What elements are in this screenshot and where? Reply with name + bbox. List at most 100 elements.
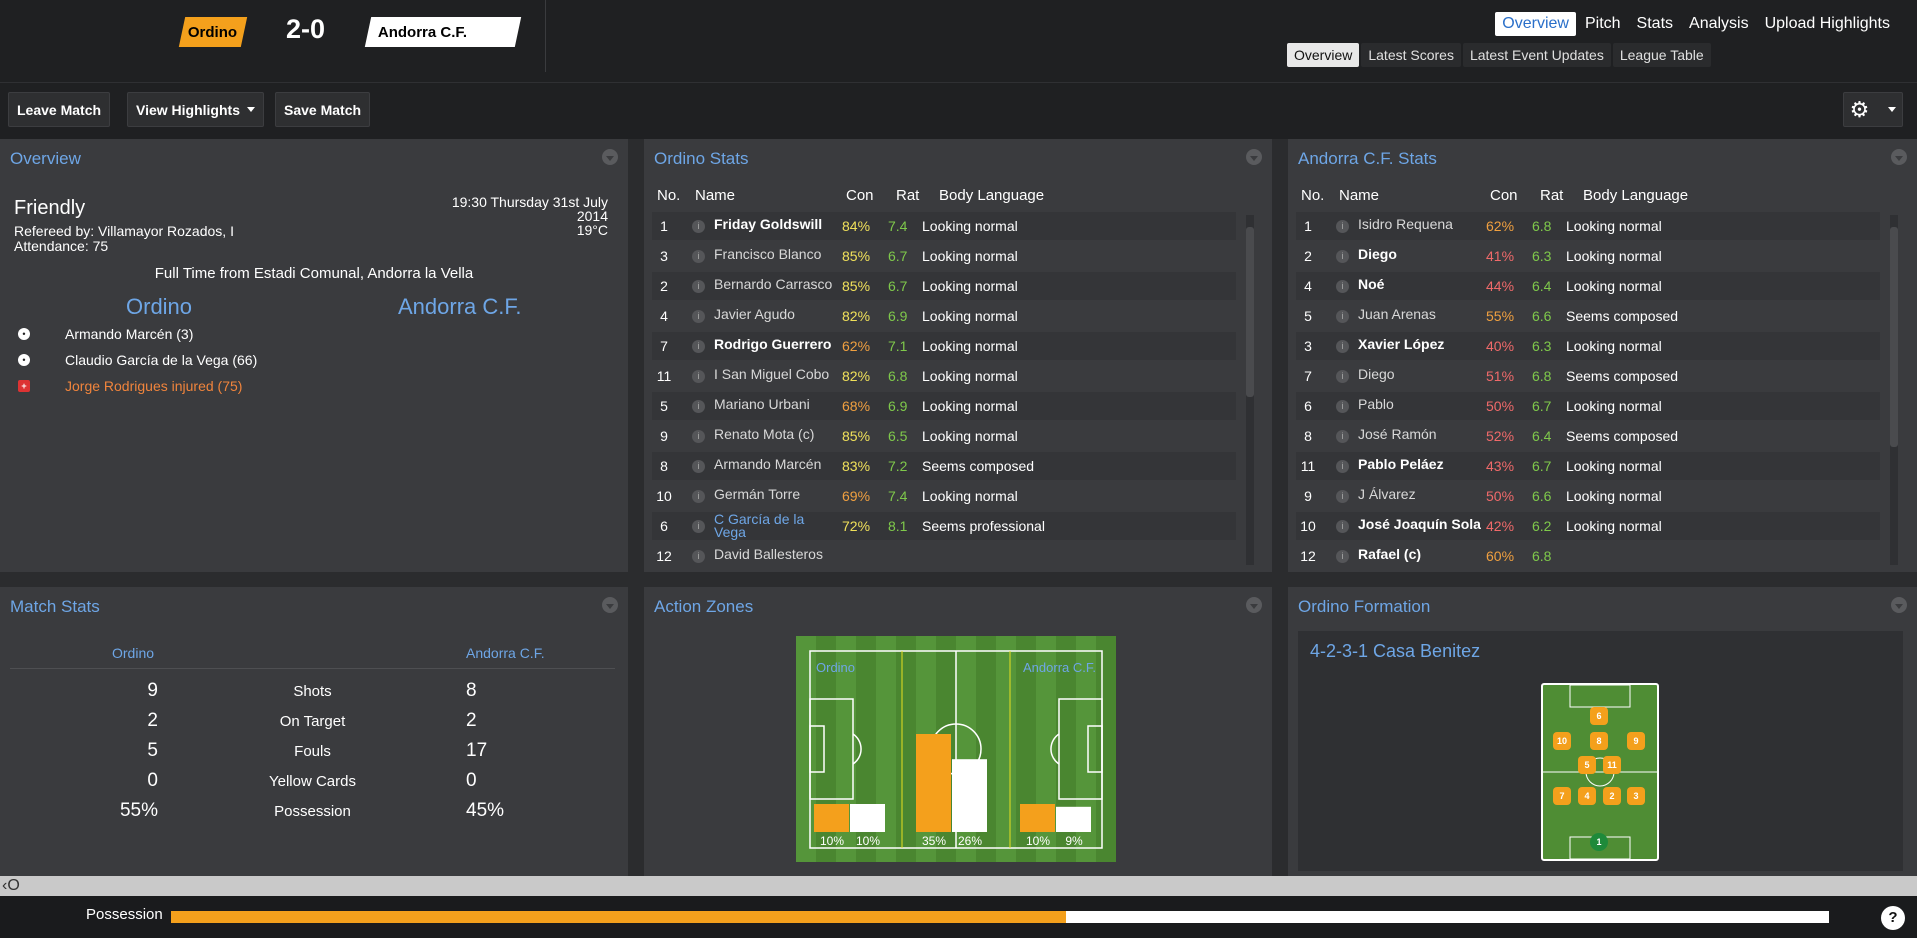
- event-text[interactable]: Armando Marcén (3): [65, 326, 193, 342]
- player-row[interactable]: 5 i Juan Arenas 55% 6.6 Seems composed: [1296, 302, 1880, 330]
- info-icon[interactable]: i: [1336, 370, 1349, 383]
- player-row[interactable]: 12 i Rafael (c) 60% 6.8: [1296, 542, 1880, 570]
- player-name[interactable]: J Álvarez: [1358, 487, 1483, 501]
- help-icon[interactable]: ?: [1881, 906, 1905, 930]
- player-marker[interactable]: 8: [1590, 732, 1608, 750]
- player-name[interactable]: Rafael (c): [1358, 547, 1483, 561]
- player-marker[interactable]: 10: [1553, 732, 1571, 750]
- info-icon[interactable]: i: [692, 280, 705, 293]
- player-name[interactable]: José Ramón: [1358, 427, 1483, 441]
- col-name[interactable]: Name: [1339, 187, 1379, 204]
- col-body-language[interactable]: Body Language: [1583, 187, 1688, 204]
- tab-upload-highlights[interactable]: Upload Highlights: [1758, 12, 1897, 36]
- player-row[interactable]: 8 i José Ramón 52% 6.4 Seems composed: [1296, 422, 1880, 450]
- scroll-thumb[interactable]: [1246, 227, 1254, 397]
- info-icon[interactable]: i: [1336, 490, 1349, 503]
- info-icon[interactable]: i: [692, 490, 705, 503]
- event-text[interactable]: Jorge Rodrigues injured (75): [65, 378, 242, 394]
- player-name[interactable]: Noé: [1358, 277, 1483, 291]
- subtab-overview[interactable]: Overview: [1287, 43, 1360, 67]
- collapse-icon[interactable]: [1891, 597, 1907, 613]
- player-marker[interactable]: 11: [1603, 756, 1621, 774]
- collapse-icon[interactable]: [1246, 597, 1262, 613]
- col-name[interactable]: Name: [695, 187, 735, 204]
- player-row[interactable]: 7 i Diego 51% 6.8 Seems composed: [1296, 362, 1880, 390]
- player-marker[interactable]: 7: [1553, 787, 1571, 805]
- subtab-latest-scores[interactable]: Latest Scores: [1361, 43, 1461, 67]
- chevron-left-icon[interactable]: ‹O: [2, 876, 20, 896]
- player-name[interactable]: José Joaquín Sola: [1358, 517, 1483, 531]
- player-row[interactable]: 2 i Bernardo Carrasco 85% 6.7 Looking normal: [652, 272, 1236, 300]
- col-no[interactable]: No.: [1301, 187, 1324, 204]
- collapse-strip[interactable]: ‹O: [0, 876, 1917, 896]
- col-con[interactable]: Con: [846, 187, 874, 204]
- player-name[interactable]: Javier Agudo: [714, 307, 839, 321]
- col-con[interactable]: Con: [1490, 187, 1518, 204]
- player-marker[interactable]: 5: [1578, 756, 1596, 774]
- away-team-heading[interactable]: Andorra C.F.: [398, 294, 522, 320]
- info-icon[interactable]: i: [692, 220, 705, 233]
- away-team-badge[interactable]: Andorra C.F.: [364, 17, 522, 47]
- subtab-latest-event-updates[interactable]: Latest Event Updates: [1462, 43, 1611, 67]
- player-name[interactable]: Germán Torre: [714, 487, 839, 501]
- player-row[interactable]: 1 i Isidro Requena 62% 6.8 Looking normal: [1296, 212, 1880, 240]
- player-name[interactable]: Pablo: [1358, 397, 1483, 411]
- collapse-icon[interactable]: [602, 597, 618, 613]
- save-match-button[interactable]: Save Match: [275, 92, 371, 127]
- collapse-icon[interactable]: [602, 149, 618, 165]
- player-name[interactable]: Pablo Peláez: [1358, 457, 1483, 471]
- tab-stats[interactable]: Stats: [1630, 12, 1680, 36]
- player-name[interactable]: I San Miguel Cobo: [714, 367, 839, 381]
- player-row[interactable]: 6 i C García de la Vega 72% 8.1 Seems profess…: [652, 512, 1236, 540]
- player-name[interactable]: David Ballesteros: [714, 547, 839, 561]
- info-icon[interactable]: i: [692, 340, 705, 353]
- player-marker[interactable]: 6: [1590, 707, 1608, 725]
- player-row[interactable]: 9 i J Álvarez 50% 6.6 Looking normal: [1296, 482, 1880, 510]
- player-row[interactable]: 4 i Noé 44% 6.4 Looking normal: [1296, 272, 1880, 300]
- tab-pitch[interactable]: Pitch: [1578, 12, 1628, 36]
- info-icon[interactable]: i: [1336, 310, 1349, 323]
- player-name[interactable]: Armando Marcén: [714, 457, 839, 471]
- leave-match-button[interactable]: Leave Match: [8, 92, 111, 127]
- player-row[interactable]: 12 i David Ballesteros: [652, 542, 1236, 570]
- info-icon[interactable]: i: [692, 250, 705, 263]
- player-name[interactable]: Diego: [1358, 247, 1483, 261]
- player-name[interactable]: Mariano Urbani: [714, 397, 839, 411]
- info-icon[interactable]: i: [692, 520, 705, 533]
- player-row[interactable]: 11 i Pablo Peláez 43% 6.7 Looking normal: [1296, 452, 1880, 480]
- player-marker[interactable]: 9: [1627, 732, 1645, 750]
- info-icon[interactable]: i: [1336, 250, 1349, 263]
- player-row[interactable]: 1 i Friday Goldswill 84% 7.4 Looking normal: [652, 212, 1236, 240]
- player-marker[interactable]: 2: [1603, 787, 1621, 805]
- scrollbar[interactable]: [1246, 215, 1254, 565]
- tab-overview[interactable]: Overview: [1495, 12, 1576, 36]
- col-body-language[interactable]: Body Language: [939, 187, 1044, 204]
- player-row[interactable]: 3 i Francisco Blanco 85% 6.7 Looking normal: [652, 242, 1236, 270]
- player-row[interactable]: 6 i Pablo 50% 6.7 Looking normal: [1296, 392, 1880, 420]
- info-icon[interactable]: i: [692, 550, 705, 563]
- col-rat[interactable]: Rat: [1540, 187, 1563, 204]
- info-icon[interactable]: i: [1336, 460, 1349, 473]
- player-marker[interactable]: 3: [1627, 787, 1645, 805]
- player-name[interactable]: Juan Arenas: [1358, 307, 1483, 321]
- player-name[interactable]: Francisco Blanco: [714, 247, 839, 261]
- col-rat[interactable]: Rat: [896, 187, 919, 204]
- info-icon[interactable]: i: [692, 370, 705, 383]
- subtab-league-table[interactable]: League Table: [1612, 43, 1711, 67]
- player-marker[interactable]: 1: [1590, 833, 1608, 851]
- player-row[interactable]: 3 i Xavier López 40% 6.3 Looking normal: [1296, 332, 1880, 360]
- player-name[interactable]: Bernardo Carrasco: [714, 277, 839, 291]
- scrollbar[interactable]: [1890, 215, 1898, 565]
- formation-name[interactable]: 4-2-3-1 Casa Benitez: [1310, 641, 1480, 662]
- player-row[interactable]: 8 i Armando Marcén 83% 7.2 Seems composed: [652, 452, 1236, 480]
- settings-button[interactable]: ⚙: [1843, 92, 1903, 127]
- view-highlights-button[interactable]: View Highlights: [127, 92, 264, 127]
- player-row[interactable]: 7 i Rodrigo Guerrero 62% 7.1 Looking normal: [652, 332, 1236, 360]
- player-name[interactable]: Rodrigo Guerrero: [714, 337, 839, 351]
- player-name[interactable]: Renato Mota (c): [714, 427, 839, 441]
- info-icon[interactable]: i: [1336, 520, 1349, 533]
- player-row[interactable]: 11 i I San Miguel Cobo 82% 6.8 Looking normal: [652, 362, 1236, 390]
- collapse-icon[interactable]: [1891, 149, 1907, 165]
- tab-analysis[interactable]: Analysis: [1682, 12, 1756, 36]
- home-team-heading[interactable]: Ordino: [126, 294, 192, 320]
